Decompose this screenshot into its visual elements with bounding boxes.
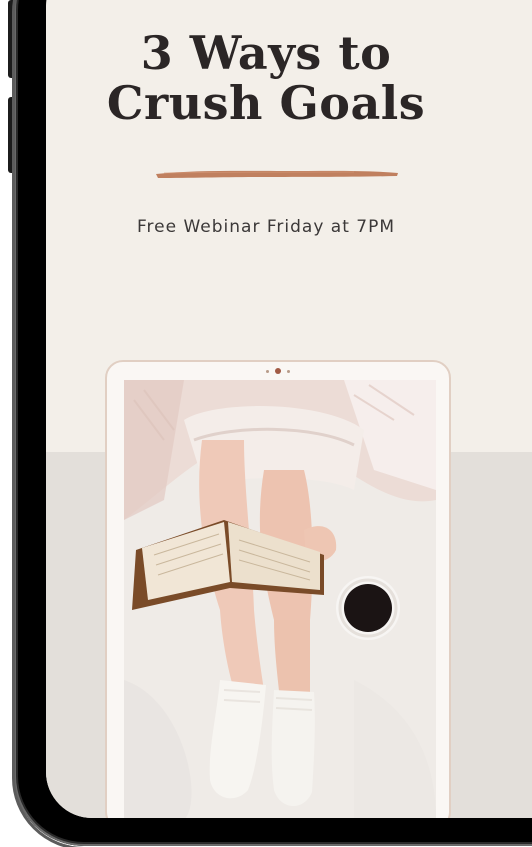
webinar-subtitle: Free Webinar Friday at 7PM bbox=[137, 217, 395, 237]
camera-dots-icon bbox=[266, 368, 290, 374]
tablet-frame bbox=[105, 360, 451, 818]
cozy-reading-photo bbox=[124, 380, 436, 818]
promo-title: 3 Ways to Crush Goals bbox=[46, 28, 486, 128]
phone-screen: 3 Ways to Crush Goals Free Webinar Frida… bbox=[46, 0, 532, 818]
mockup-stage: 3 Ways to Crush Goals Free Webinar Frida… bbox=[0, 0, 532, 847]
brush-stroke-divider bbox=[156, 170, 398, 178]
title-line-1: 3 Ways to bbox=[140, 26, 392, 80]
title-line-2: Crush Goals bbox=[106, 76, 426, 130]
